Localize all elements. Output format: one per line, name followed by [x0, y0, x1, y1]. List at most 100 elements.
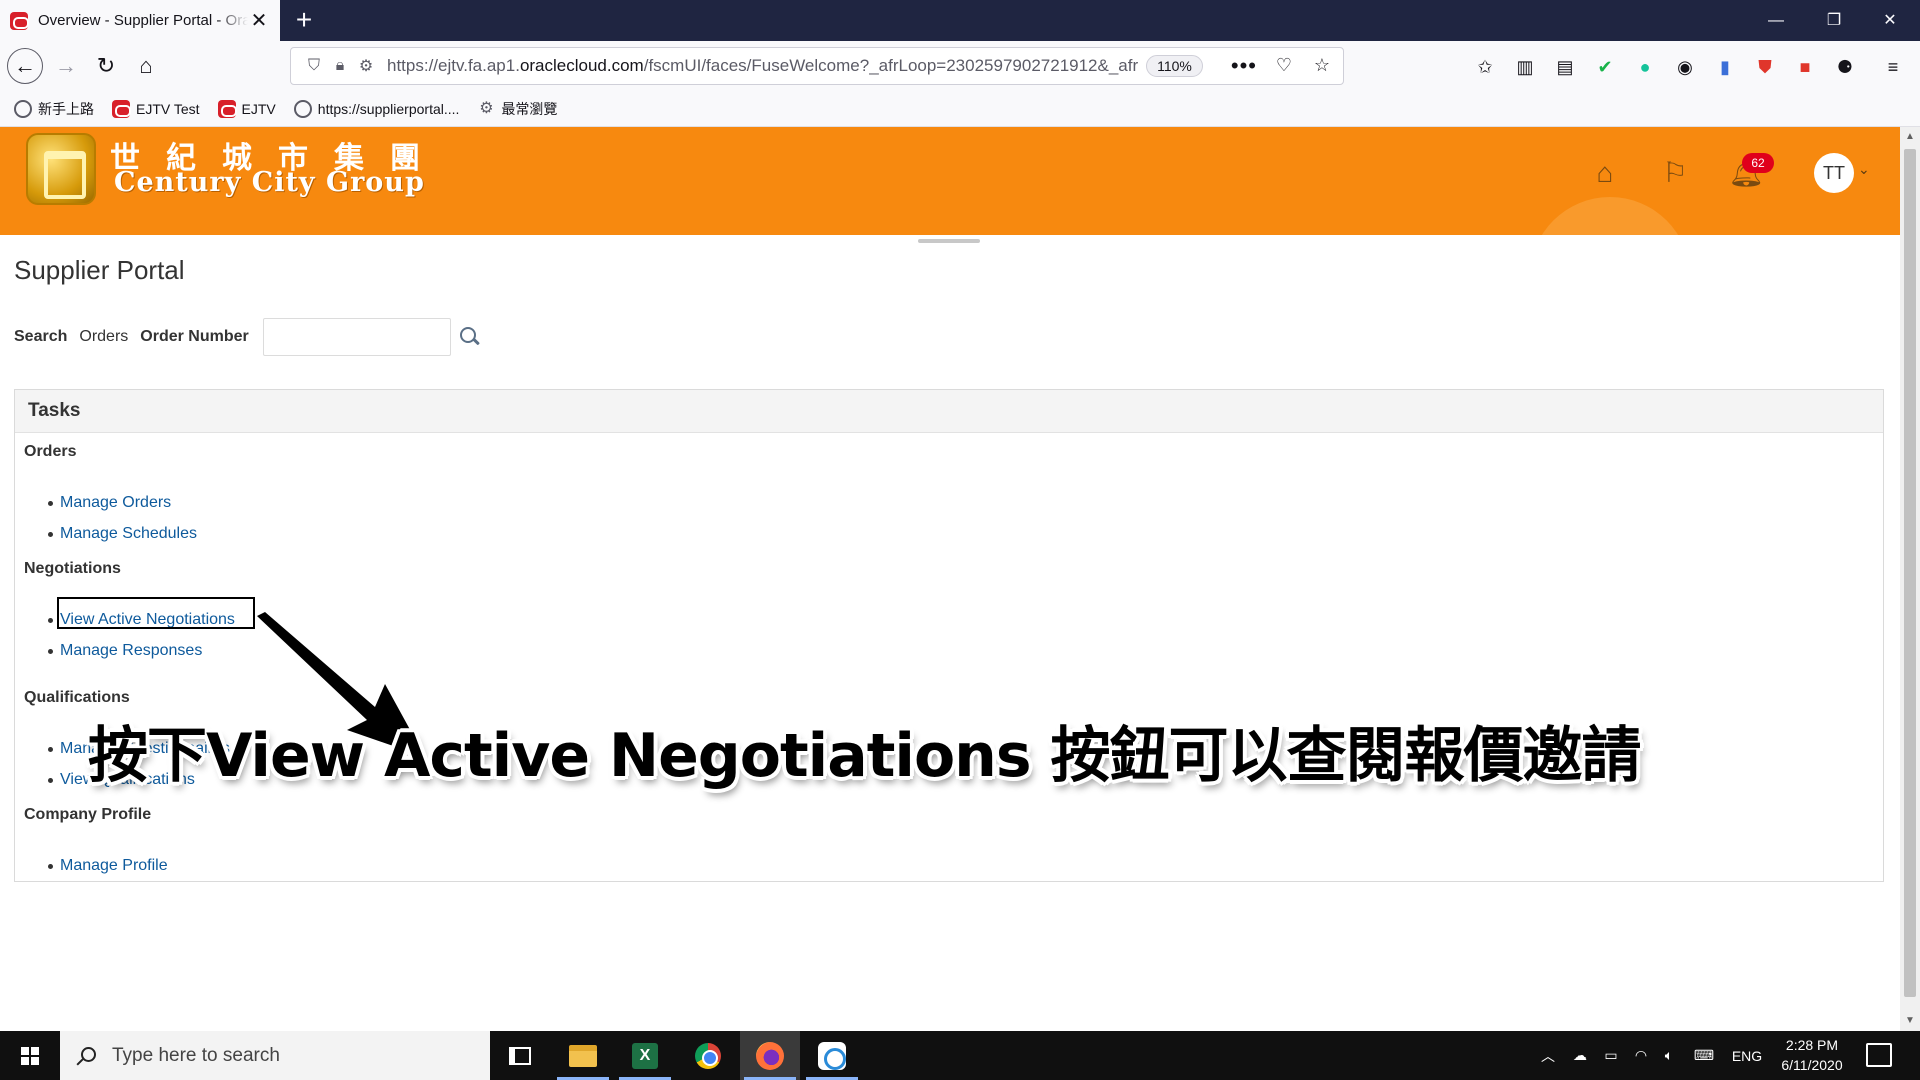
browser-tab-bar: Overview - Supplier Portal - Oracle ✕ + … [0, 0, 1920, 41]
url-text[interactable]: https://ejtv.fa.ap1.oraclecloud.com/fscm… [387, 56, 1138, 76]
volume-icon[interactable]: 🔈︎ [1656, 1031, 1682, 1080]
shield-extension-icon[interactable]: ⛊ [1752, 54, 1778, 80]
battery-icon[interactable]: ▭ [1598, 1031, 1624, 1080]
group-title: Negotiations [24, 560, 121, 577]
windows-start-icon[interactable] [0, 1031, 60, 1080]
address-bar[interactable]: ⛉ 🔒︎ ⚙ https://ejtv.fa.ap1.oraclecloud.c… [290, 47, 1344, 85]
oracle-icon [217, 99, 237, 118]
brand-header: 世紀城市集團 Century City Group ⌂ ⚐ 🔔︎ 62 TT ⌄ [0, 127, 1900, 235]
order-number-label: Order Number [140, 328, 249, 345]
pocket-icon[interactable]: ♡ [1273, 55, 1295, 77]
close-window-button[interactable]: ✕ [1862, 0, 1918, 41]
wifi-icon[interactable]: ◠ [1628, 1031, 1654, 1080]
scroll-thumb[interactable] [1904, 149, 1916, 997]
bookmark-ejtv-test[interactable]: EJTV Test [112, 99, 200, 118]
browser-nav-bar: ← → ↻ ⌂ ⛉ 🔒︎ ⚙ https://ejtv.fa.ap1.oracl… [0, 41, 1920, 91]
menu-icon[interactable]: ≡ [1880, 54, 1906, 80]
taskbar-app[interactable] [802, 1031, 862, 1080]
clock-time: 2:28 PM [1785, 1037, 1839, 1053]
browser-tab-active[interactable]: Overview - Supplier Portal - Oracle ✕ [0, 0, 280, 41]
notification-count-badge[interactable]: 62 [1742, 153, 1774, 173]
close-tab-icon[interactable]: ✕ [248, 8, 270, 33]
taskbar-excel[interactable]: X [615, 1031, 675, 1080]
group-title: Qualifications [24, 689, 130, 706]
sidebar-icon[interactable]: ▤ [1552, 54, 1578, 80]
clock-date: 6/11/2020 [1781, 1057, 1843, 1073]
bookmark-ejtv[interactable]: EJTV [217, 99, 276, 118]
list-item: Manage Orders [24, 487, 197, 518]
input-language[interactable]: ENG [1726, 1031, 1768, 1080]
list-item: Manage Responses [24, 635, 235, 666]
page-scrollbar[interactable]: ▲ ▼ [1900, 127, 1920, 1031]
check-extension-icon[interactable]: ✔ [1592, 54, 1618, 80]
bookmarks-star-icon[interactable]: ✩ [1472, 54, 1498, 80]
watchlist-flag-icon[interactable]: ⚐ [1655, 153, 1695, 193]
page-actions-more-icon[interactable]: ••• [1231, 53, 1257, 79]
taskbar-chrome[interactable] [678, 1031, 738, 1080]
header-cloud-decoration [1530, 197, 1690, 235]
task-group-orders: Orders Manage Orders Manage Schedules [24, 443, 197, 549]
new-tab-button[interactable]: + [288, 4, 320, 36]
taskbar-search-placeholder: Type here to search [112, 1044, 280, 1066]
action-center-icon[interactable] [1866, 1043, 1892, 1067]
bookmark-most-visited[interactable]: ⚙ 最常瀏覽 [477, 99, 557, 119]
group-title: Orders [24, 443, 77, 460]
taskbar-search-box[interactable]: Type here to search [60, 1031, 490, 1080]
library-icon[interactable]: ▥ [1512, 54, 1538, 80]
page-content: 世紀城市集團 Century City Group ⌂ ⚐ 🔔︎ 62 TT ⌄… [0, 127, 1900, 1031]
show-hidden-icons-chevron-icon[interactable]: ︿ [1536, 1031, 1560, 1080]
minimize-window-button[interactable]: — [1748, 0, 1804, 41]
restore-window-button[interactable]: ❐ [1806, 0, 1862, 41]
manage-orders-link[interactable]: Manage Orders [60, 494, 171, 512]
reload-button[interactable]: ↻ [88, 48, 124, 84]
shield-icon[interactable]: ⛉ [301, 57, 327, 75]
keyboard-icon[interactable]: ⌨ [1688, 1031, 1720, 1080]
tasks-heading: Tasks [15, 390, 1883, 433]
taskbar-file-explorer[interactable] [553, 1031, 613, 1080]
globe-icon [293, 99, 312, 118]
user-avatar[interactable]: TT [1814, 153, 1854, 193]
bookmark-supplierportal[interactable]: https://supplierportal.... [293, 99, 459, 118]
folder-icon [569, 1044, 597, 1067]
bookmark-getting-started[interactable]: 新手上路 [14, 99, 94, 119]
extensions-icon[interactable]: ⚈ [1832, 54, 1858, 80]
list-item: Manage Profile [24, 850, 168, 881]
search-category[interactable]: Orders [79, 328, 128, 346]
taskbar-firefox[interactable] [740, 1031, 800, 1080]
manage-schedules-link[interactable]: Manage Schedules [60, 525, 197, 543]
forward-button[interactable]: → [48, 48, 84, 84]
oracle-icon [112, 99, 131, 118]
lock-icon[interactable]: 🔒︎ [327, 57, 353, 75]
pdf-extension-icon[interactable]: ■ [1792, 54, 1818, 80]
search-label: Search [14, 328, 68, 345]
windows-taskbar: Type here to search X ︿ ☁ ▭ ◠ 🔈︎ ⌨ ENG 2… [0, 1031, 1920, 1080]
home-icon[interactable]: ⌂ [1585, 153, 1625, 193]
search-icon [76, 1046, 96, 1066]
zoom-level-badge[interactable]: 110% [1146, 55, 1203, 77]
page-title: Supplier Portal [14, 255, 185, 285]
manage-profile-link[interactable]: Manage Profile [60, 857, 168, 875]
system-clock[interactable]: 2:28 PM 6/11/2020 [1766, 1035, 1858, 1075]
account-extension-icon[interactable]: ◉ [1672, 54, 1698, 80]
group-title: Company Profile [24, 806, 152, 823]
bookmark-star-icon[interactable]: ☆ [1311, 55, 1333, 77]
tab-title: Overview - Supplier Portal - Oracle [38, 12, 248, 29]
manage-responses-link[interactable]: Manage Responses [60, 642, 202, 660]
onedrive-cloud-icon[interactable]: ☁ [1566, 1031, 1594, 1080]
scroll-up-icon[interactable]: ▲ [1900, 127, 1920, 147]
task-view-button[interactable] [490, 1031, 550, 1080]
order-number-input[interactable] [262, 318, 451, 356]
home-button[interactable]: ⌂ [128, 48, 164, 84]
scroll-down-icon[interactable]: ▼ [1900, 1011, 1920, 1031]
collapse-handle[interactable] [918, 239, 980, 243]
century-city-logo-icon[interactable] [26, 133, 96, 205]
search-icon[interactable] [459, 326, 481, 348]
chevron-down-icon[interactable]: ⌄ [1858, 161, 1870, 178]
globe-icon [14, 99, 32, 118]
task-view-icon [509, 1046, 531, 1065]
permissions-icon[interactable]: ⚙ [353, 56, 379, 76]
grammarly-extension-icon[interactable]: ● [1632, 54, 1658, 80]
back-button[interactable]: ← [7, 48, 43, 84]
brand-name-english: Century City Group [114, 167, 425, 198]
bookmark-extension-icon[interactable]: ▮ [1712, 54, 1738, 80]
